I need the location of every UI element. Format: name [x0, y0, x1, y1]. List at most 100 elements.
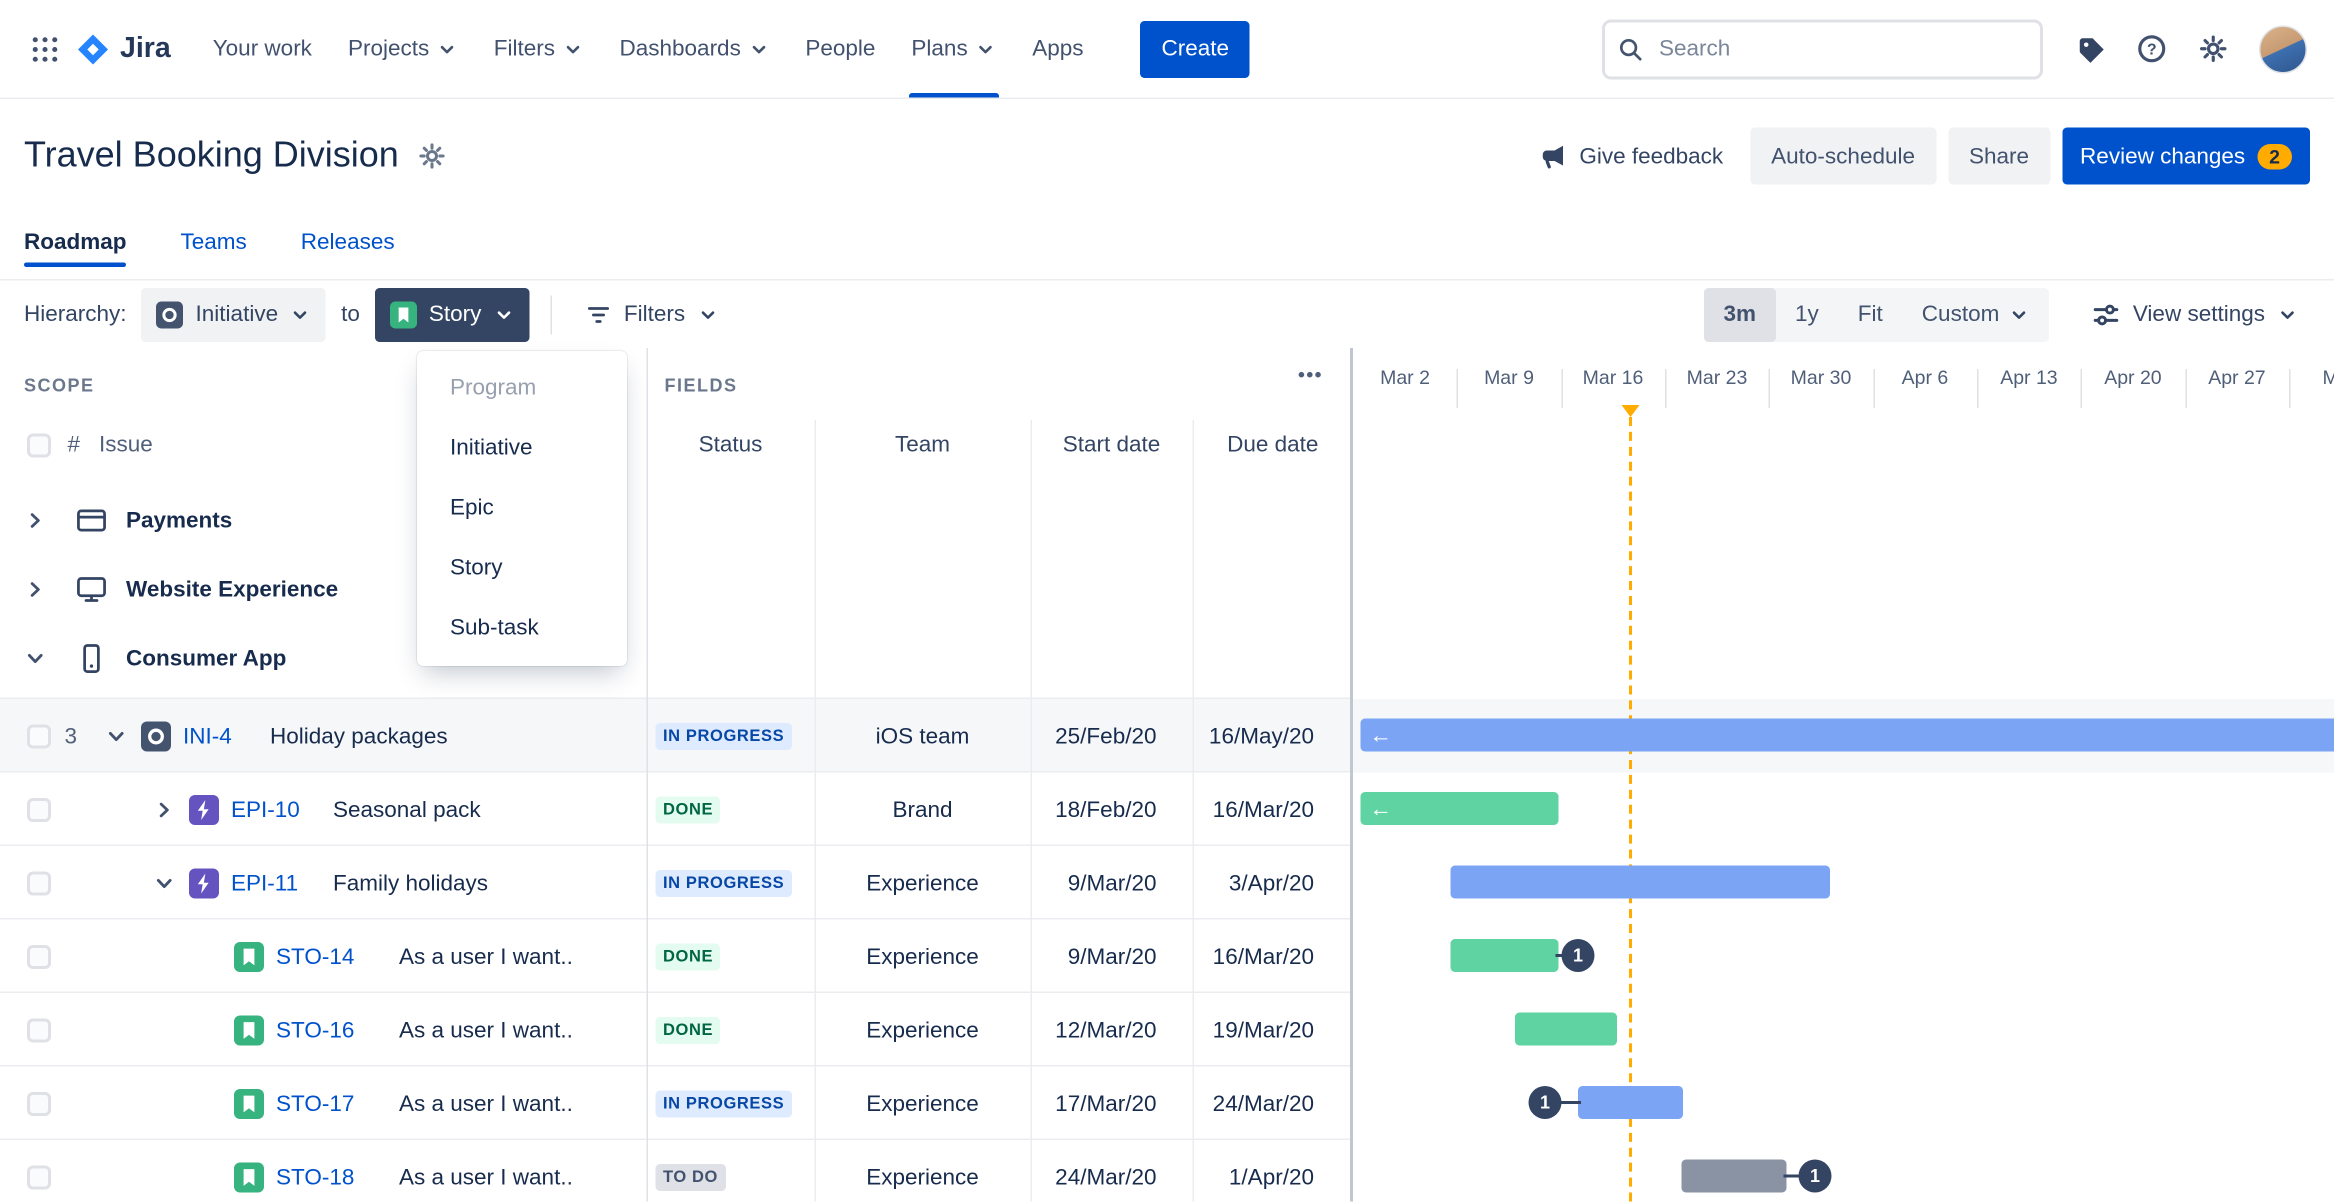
search-input[interactable]: [1602, 18, 2043, 79]
settings-gear-icon[interactable]: [2198, 33, 2230, 65]
team-cell[interactable]: Brand: [815, 797, 1031, 823]
status-lozenge[interactable]: DONE: [655, 795, 721, 823]
row-checkbox[interactable]: [27, 723, 51, 748]
scope-fields-divider[interactable]: [646, 348, 648, 1202]
start-date-cell[interactable]: 9/Mar/20: [1031, 870, 1193, 896]
status-lozenge[interactable]: IN PROGRESS: [655, 722, 792, 750]
nav-item-filters[interactable]: Filters: [476, 0, 602, 98]
issue-key-link[interactable]: INI-4: [183, 723, 232, 749]
nav-item-projects[interactable]: Projects: [330, 0, 476, 98]
hierarchy-from-dropdown[interactable]: Initiative: [141, 287, 327, 342]
start-date-cell[interactable]: 17/Mar/20: [1031, 1091, 1193, 1117]
auto-schedule-button[interactable]: Auto-schedule: [1750, 127, 1937, 185]
timeline-bar[interactable]: [1450, 865, 1830, 899]
due-date-cell[interactable]: 1/Apr/20: [1193, 1164, 1354, 1190]
help-icon[interactable]: ?: [2136, 33, 2168, 65]
nav-item-dashboards[interactable]: Dashboards: [602, 0, 788, 98]
nav-item-people[interactable]: People: [787, 0, 893, 98]
row-checkbox[interactable]: [27, 1017, 51, 1042]
timeline-bar[interactable]: [1515, 1012, 1617, 1046]
chevron-down-icon[interactable]: [105, 725, 128, 748]
row-checkbox[interactable]: [27, 944, 51, 969]
chevron-right-icon[interactable]: [153, 798, 176, 821]
nav-item-plans[interactable]: Plans: [893, 0, 1014, 98]
avatar[interactable]: [2259, 24, 2307, 73]
issue-key-link[interactable]: STO-17: [276, 1091, 354, 1117]
plan-settings-gear-icon[interactable]: [417, 141, 447, 171]
tab-teams[interactable]: Teams: [181, 213, 247, 270]
start-date-cell[interactable]: 12/Mar/20: [1031, 1017, 1193, 1043]
status-lozenge[interactable]: IN PROGRESS: [655, 1089, 792, 1117]
chevron-right-icon[interactable]: [24, 509, 47, 532]
issue-key-link[interactable]: STO-16: [276, 1017, 354, 1043]
issue-key-link[interactable]: EPI-11: [231, 870, 298, 896]
review-changes-button[interactable]: Review changes 2: [2062, 127, 2310, 185]
due-date-cell[interactable]: 16/May/20: [1193, 723, 1354, 749]
team-cell[interactable]: Experience: [815, 870, 1031, 896]
team-cell[interactable]: Experience: [815, 1164, 1031, 1190]
nav-item-label: Projects: [347, 36, 430, 62]
start-date-cell[interactable]: 24/Mar/20: [1031, 1164, 1193, 1190]
menu-item-initiative[interactable]: Initiative: [417, 419, 627, 479]
chevron-down-icon[interactable]: [24, 647, 47, 670]
zoom-custom[interactable]: Custom: [1902, 287, 2049, 341]
timeline-bar[interactable]: [1578, 1086, 1683, 1119]
menu-item-epic[interactable]: Epic: [417, 479, 627, 539]
tab-roadmap[interactable]: Roadmap: [24, 213, 128, 270]
zoom-1y[interactable]: 1y: [1776, 287, 1839, 341]
status-lozenge[interactable]: TO DO: [655, 1163, 726, 1191]
start-date-cell[interactable]: 9/Mar/20: [1031, 944, 1193, 970]
team-cell[interactable]: iOS team: [815, 723, 1031, 749]
nav-item-apps[interactable]: Apps: [1014, 0, 1101, 98]
menu-item-program[interactable]: Program: [417, 359, 627, 419]
notifications-icon[interactable]: [2076, 34, 2106, 64]
row-checkbox[interactable]: [27, 1164, 51, 1189]
due-date-cell[interactable]: 19/Mar/20: [1193, 1017, 1354, 1043]
menu-item-story[interactable]: Story: [417, 539, 627, 599]
timeline-bar[interactable]: [1681, 1159, 1787, 1193]
due-date-cell[interactable]: 16/Mar/20: [1193, 797, 1354, 823]
timeline-zoom-control: 3m 1y Fit Custom: [1704, 287, 2049, 342]
team-cell[interactable]: Experience: [815, 1017, 1031, 1043]
timeline-bar[interactable]: [1450, 939, 1559, 972]
create-button[interactable]: Create: [1140, 20, 1251, 78]
zoom-3m[interactable]: 3m: [1704, 287, 1776, 342]
row-checkbox[interactable]: [27, 1091, 51, 1116]
start-date-cell[interactable]: 25/Feb/20: [1031, 723, 1193, 749]
row-checkbox[interactable]: [27, 797, 51, 822]
menu-item-sub-task[interactable]: Sub-task: [417, 599, 627, 659]
start-date-cell[interactable]: 18/Feb/20: [1031, 797, 1193, 823]
issue-key-link[interactable]: STO-14: [276, 944, 354, 970]
timeline-bar[interactable]: ←: [1360, 792, 1559, 825]
chevron-down-icon[interactable]: [153, 872, 176, 895]
filters-dropdown[interactable]: Filters: [573, 287, 730, 341]
fields-timeline-divider[interactable]: [1350, 348, 1353, 1202]
due-date-cell[interactable]: 24/Mar/20: [1193, 1091, 1354, 1117]
status-lozenge[interactable]: DONE: [655, 942, 721, 970]
issue-key-link[interactable]: STO-18: [276, 1164, 354, 1190]
team-cell[interactable]: Experience: [815, 1091, 1031, 1117]
give-feedback-button[interactable]: Give feedback: [1522, 128, 1738, 185]
status-lozenge[interactable]: IN PROGRESS: [655, 869, 792, 897]
nav-item-your-work[interactable]: Your work: [195, 0, 330, 98]
fields-more-button[interactable]: •••: [1298, 363, 1323, 386]
timeline-bar[interactable]: ←: [1360, 718, 2334, 752]
view-settings-button[interactable]: View settings: [2079, 287, 2310, 341]
select-all-checkbox[interactable]: [27, 433, 51, 458]
issue-key-link[interactable]: EPI-10: [231, 797, 300, 823]
rollup-count-badge[interactable]: 1: [1528, 1086, 1562, 1119]
row-checkbox[interactable]: [27, 870, 51, 895]
rollup-count-badge[interactable]: 1: [1561, 939, 1595, 972]
zoom-fit[interactable]: Fit: [1838, 287, 1902, 341]
share-button[interactable]: Share: [1948, 127, 2051, 185]
due-date-cell[interactable]: 16/Mar/20: [1193, 944, 1354, 970]
hierarchy-to-dropdown[interactable]: Story: [374, 287, 530, 342]
tab-releases[interactable]: Releases: [301, 213, 395, 270]
rollup-count-badge[interactable]: 1: [1798, 1159, 1832, 1193]
jira-logo[interactable]: Jira: [75, 31, 171, 67]
app-switcher-icon[interactable]: [21, 25, 69, 73]
team-cell[interactable]: Experience: [815, 944, 1031, 970]
status-lozenge[interactable]: DONE: [655, 1016, 721, 1044]
chevron-right-icon[interactable]: [24, 578, 47, 601]
due-date-cell[interactable]: 3/Apr/20: [1193, 870, 1354, 896]
